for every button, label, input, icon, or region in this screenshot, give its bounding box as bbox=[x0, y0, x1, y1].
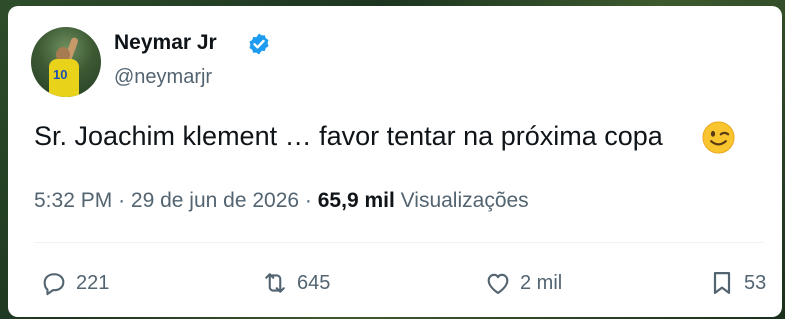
repost-count: 645 bbox=[297, 271, 331, 294]
repost-button[interactable]: 645 bbox=[261, 268, 330, 298]
reply-count: 221 bbox=[76, 271, 110, 294]
views-count: 65,9 mil bbox=[317, 189, 395, 212]
tweet-meta: 5:32 PM · 29 de jun de 2026 · 65,9 mil V… bbox=[34, 189, 529, 213]
author-name[interactable]: Neymar Jr bbox=[114, 31, 217, 55]
tweet-text: Sr. Joachim klement … favor tentar na pr… bbox=[34, 121, 663, 151]
author-handle[interactable]: @neymarjr bbox=[114, 66, 212, 89]
like-count: 2 mil bbox=[520, 271, 563, 294]
bookmark-count: 53 bbox=[744, 271, 767, 294]
tweet-time[interactable]: 5:32 PM bbox=[34, 189, 112, 212]
views-label: Visualizações bbox=[400, 189, 529, 212]
like-button[interactable]: 2 mil bbox=[484, 268, 562, 298]
tweet-date[interactable]: 29 de jun de 2026 bbox=[131, 189, 299, 212]
heart-icon bbox=[487, 273, 509, 294]
reply-icon bbox=[43, 273, 65, 296]
divider bbox=[34, 242, 764, 243]
winking-face-icon bbox=[702, 121, 735, 154]
verified-badge-icon bbox=[249, 33, 269, 55]
bookmark-button[interactable]: 53 bbox=[708, 268, 766, 298]
bookmark-icon bbox=[713, 271, 731, 295]
avatar[interactable]: 10 bbox=[31, 27, 101, 97]
repost-icon bbox=[265, 273, 285, 293]
meta-separator: · bbox=[118, 189, 126, 212]
tweet-card: 10 Neymar Jr @neymarjr Sr. Joachim kleme… bbox=[8, 6, 782, 317]
meta-separator: · bbox=[304, 189, 312, 212]
reply-button[interactable]: 221 bbox=[40, 268, 109, 298]
